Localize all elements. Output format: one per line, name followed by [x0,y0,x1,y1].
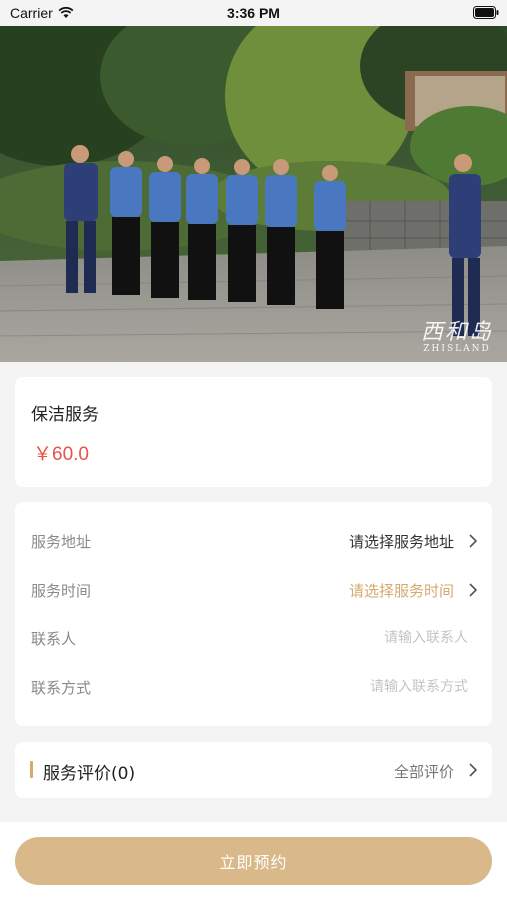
product-price: ￥60.0 [33,444,89,465]
watermark-logo-text: 西和岛 [420,320,493,345]
book-now-button[interactable]: 立即预约 [15,837,492,885]
status-bar: Carrier 3:36 PM [0,0,507,26]
clock: 3:36 PM [227,5,280,21]
phone-row: 联系方式 [15,667,492,707]
product-card: 保洁服务 ￥60.0 [15,377,492,487]
chevron-right-icon [469,583,478,597]
chevron-right-icon [469,763,478,777]
address-label: 服务地址 [31,532,92,551]
team-photo-icon [0,26,507,362]
booking-form: 服务地址 请选择服务地址 服务时间 请选择服务时间 联系人 联系方式 [15,502,492,726]
bottom-action-bar: 立即预约 [0,822,507,900]
brand-watermark: 西和岛 ZHISLAND [421,314,493,354]
contact-label: 联系人 [31,629,77,648]
chevron-right-icon [469,534,478,548]
reviews-card[interactable]: 服务评价(0) 全部评价 [15,742,492,798]
phone-label: 联系方式 [31,678,92,697]
reviews-title: 服务评价(0) [43,764,136,784]
section-accent-bar [30,761,33,778]
time-label: 服务时间 [31,581,92,600]
all-reviews-link[interactable]: 全部评价 [394,761,454,782]
phone-input[interactable] [266,672,470,702]
contact-input[interactable] [266,623,470,653]
address-value[interactable]: 请选择服务地址 [349,531,454,552]
address-row[interactable]: 服务地址 请选择服务地址 [15,521,492,561]
contact-row: 联系人 [15,618,492,658]
time-value[interactable]: 请选择服务时间 [349,580,454,601]
battery-icon [473,6,499,19]
product-name: 保洁服务 [31,405,99,425]
hero-image: 西和岛 ZHISLAND [0,26,507,362]
watermark-subtext: ZHISLAND [423,344,491,354]
time-row[interactable]: 服务时间 请选择服务时间 [15,570,492,610]
